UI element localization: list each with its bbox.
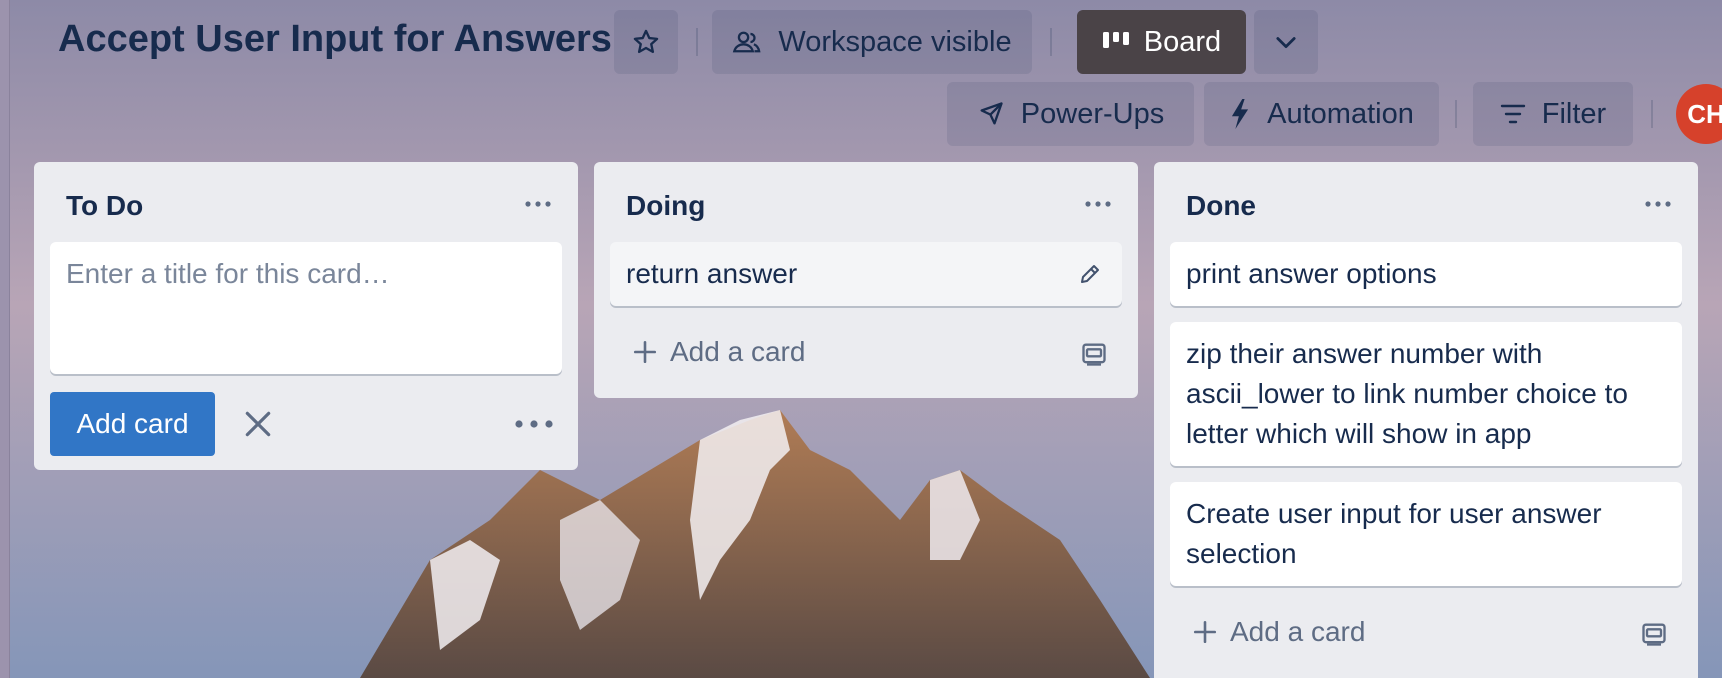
visibility-button[interactable]: Workspace visible (712, 10, 1032, 74)
more-horizontal-icon (1645, 201, 1671, 207)
list-item[interactable]: print answer options (1170, 242, 1682, 306)
powerups-button[interactable]: Power-Ups (947, 82, 1194, 146)
create-from-template-button[interactable] (1640, 620, 1668, 653)
card-title: return answer (626, 258, 798, 289)
list-menu-button[interactable] (1638, 184, 1678, 224)
star-button[interactable] (614, 10, 678, 74)
view-switcher-button[interactable] (1254, 10, 1318, 74)
add-a-card-label: Add a card (670, 336, 806, 367)
list-done: Done print answer options zip their answ… (1154, 162, 1698, 678)
filter-icon (1500, 104, 1525, 124)
more-horizontal-icon (515, 420, 553, 428)
filter-button[interactable]: Filter (1473, 82, 1633, 146)
header-separator (696, 28, 698, 56)
card-template-icon (1082, 343, 1106, 366)
card-title: Create user input for user answer select… (1186, 498, 1602, 569)
chevron-down-icon (1276, 37, 1296, 49)
lightning-icon (1232, 99, 1249, 129)
left-edge-strip (0, 0, 10, 678)
board-view-label: Board (1143, 25, 1222, 58)
list-item[interactable]: Create user input for user answer select… (1170, 482, 1682, 586)
powerups-label: Power-Ups (1020, 97, 1165, 130)
pencil-icon (1081, 265, 1099, 283)
add-a-card-button[interactable]: Add a card (632, 336, 805, 368)
automation-label: Automation (1267, 97, 1414, 130)
cancel-add-card-button[interactable] (232, 398, 284, 450)
list-menu-button[interactable] (1078, 184, 1118, 224)
filter-label: Filter (1541, 97, 1607, 130)
header-separator (1050, 28, 1052, 56)
board-icon (1102, 32, 1129, 48)
list-item[interactable]: zip their answer number with ascii_lower… (1170, 322, 1682, 466)
list-menu-button[interactable] (518, 184, 558, 224)
rocket-icon (980, 102, 1003, 125)
list-todo: To Do Add card (34, 162, 578, 470)
card-title-input[interactable] (50, 242, 562, 374)
card-title: print answer options (1186, 258, 1437, 289)
add-a-card-button[interactable]: Add a card (1192, 616, 1365, 648)
plus-icon (1193, 620, 1217, 644)
card-template-icon (1642, 623, 1666, 646)
automation-button[interactable]: Automation (1204, 82, 1439, 146)
board-title[interactable]: Accept User Input for Answers (58, 18, 612, 61)
list-doing: Doing return answer Add a card (594, 162, 1138, 398)
board-view-button[interactable]: Board (1077, 10, 1246, 74)
header-separator (1455, 100, 1457, 128)
people-icon (733, 31, 761, 53)
list-title[interactable]: To Do (66, 190, 143, 222)
add-card-button[interactable]: Add card (50, 392, 215, 456)
avatar-initials: CH (1687, 98, 1722, 129)
list-title[interactable]: Done (1186, 190, 1256, 222)
list-title[interactable]: Doing (626, 190, 705, 222)
visibility-label: Workspace visible (778, 25, 1012, 58)
header-separator (1651, 100, 1653, 128)
add-card-options-button[interactable] (508, 398, 560, 450)
list-item[interactable]: return answer (610, 242, 1122, 306)
card-title: zip their answer number with ascii_lower… (1186, 338, 1628, 449)
create-from-template-button[interactable] (1080, 340, 1108, 373)
more-horizontal-icon (525, 201, 551, 207)
close-icon (245, 411, 271, 437)
add-a-card-label: Add a card (1230, 616, 1366, 647)
star-icon (633, 29, 659, 54)
plus-icon (633, 340, 657, 364)
more-horizontal-icon (1085, 201, 1111, 207)
edit-card-button[interactable] (1072, 256, 1108, 292)
